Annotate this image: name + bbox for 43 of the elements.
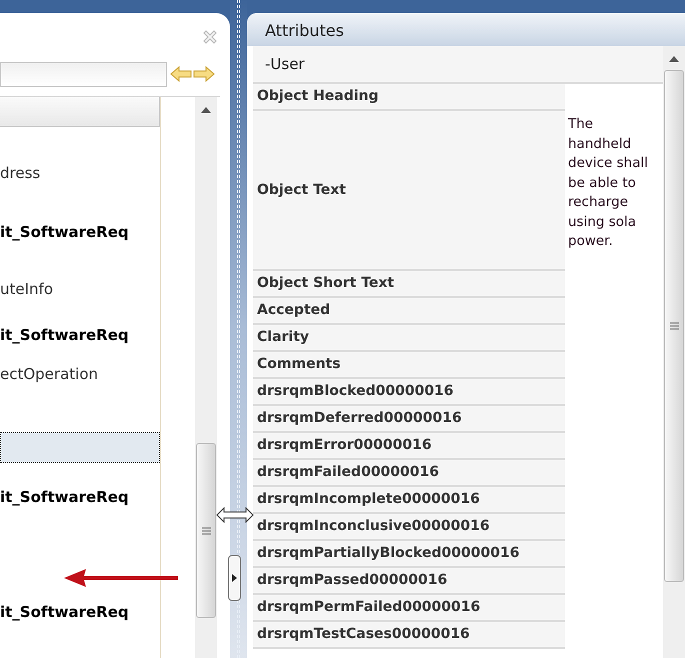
tree-item-label: it_SoftwareReq bbox=[0, 602, 129, 623]
attribute-name-cell: Clarity bbox=[253, 325, 565, 352]
attribute-value: The handheld device shall be able to recharge using sola power. bbox=[568, 115, 648, 251]
tree-row[interactable] bbox=[0, 432, 160, 463]
attribute-name-cell: drsrqmInconclusive00000016 bbox=[253, 514, 565, 541]
attribute-name-cell: drsrqmIncomplete00000016 bbox=[253, 487, 565, 514]
group-label: -User bbox=[265, 54, 305, 75]
attribute-name-cell: drsrqmDeferred00000016 bbox=[253, 406, 565, 433]
attribute-name-cell: drsrqmPermFailed00000016 bbox=[253, 595, 565, 622]
grip-icon bbox=[202, 526, 210, 534]
attribute-name-cell: drsrqmBlocked00000016 bbox=[253, 379, 565, 406]
scroll-up-icon[interactable] bbox=[669, 56, 679, 62]
attribute-name-cell: drsrqmTestCases00000016 bbox=[253, 622, 565, 649]
attribute-name-cell: Comments bbox=[253, 352, 565, 379]
forward-arrow-icon[interactable] bbox=[193, 66, 215, 82]
back-arrow-icon[interactable] bbox=[170, 66, 192, 82]
attribute-name-cell: drsrqmPartiallyBlocked00000016 bbox=[253, 541, 565, 568]
scroll-up-icon[interactable] bbox=[201, 107, 211, 113]
column-header[interactable] bbox=[0, 97, 160, 127]
grip-icon bbox=[670, 322, 678, 330]
attribute-name-cell: drsrqmPassed00000016 bbox=[253, 568, 565, 595]
attribute-name-cell: drsrqmFailed00000016 bbox=[253, 460, 565, 487]
scroll-thumb[interactable] bbox=[664, 70, 684, 582]
scrollbar[interactable] bbox=[663, 46, 685, 658]
search-field[interactable] bbox=[0, 62, 167, 86]
tree-item-label: uteInfo bbox=[0, 278, 54, 300]
collapse-handle[interactable] bbox=[228, 555, 241, 601]
group-row[interactable]: -User bbox=[253, 46, 663, 84]
tree-item-label: it_SoftwareReq bbox=[0, 324, 129, 346]
tree-item-label: ectOperation bbox=[0, 364, 98, 385]
tree-item-label: it_SoftwareReq bbox=[0, 486, 129, 508]
attribute-name-cell: Object Text bbox=[253, 111, 565, 271]
tree-item-label: dress bbox=[0, 162, 40, 184]
scrollbar[interactable] bbox=[195, 97, 217, 658]
scroll-thumb[interactable] bbox=[196, 443, 216, 618]
close-icon[interactable] bbox=[202, 29, 218, 45]
caret-icon bbox=[232, 574, 237, 582]
attribute-name-cell: Object Heading bbox=[253, 84, 565, 111]
panel-title: Attributes bbox=[265, 20, 344, 42]
attribute-name-cell: drsrqmError00000016 bbox=[253, 433, 565, 460]
tree-item-label: it_SoftwareReq bbox=[0, 222, 129, 243]
attribute-name-cell: Accepted bbox=[253, 298, 565, 325]
attribute-name-cell: Object Short Text bbox=[253, 271, 565, 298]
